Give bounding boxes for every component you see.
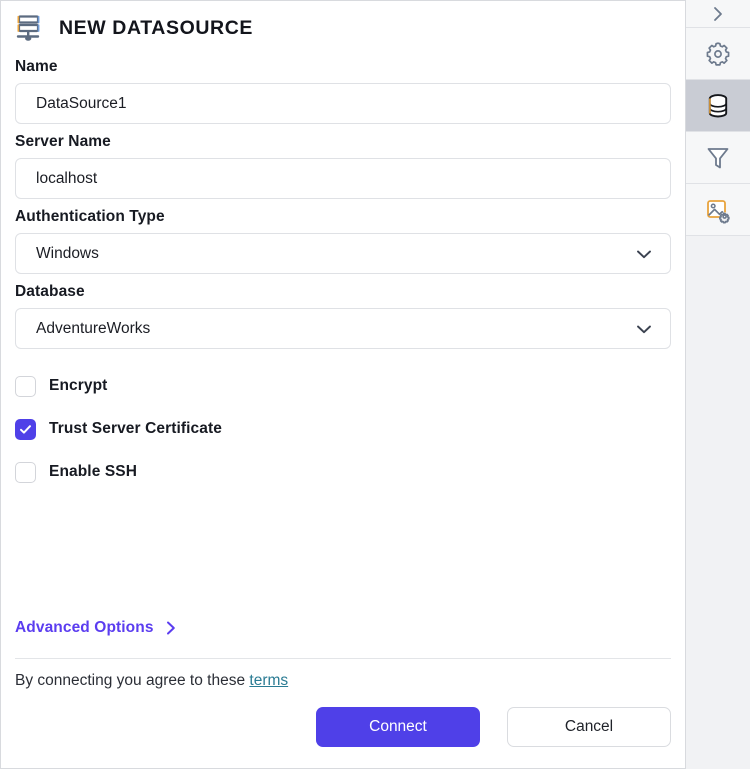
datasource-form-panel: NEW DATASOURCE Name DataSource1 Server N… <box>0 0 686 769</box>
encrypt-label: Encrypt <box>49 377 108 394</box>
label-database: Database <box>15 283 85 300</box>
sidebar-item-settings[interactable] <box>686 28 750 80</box>
authentication-type-select[interactable]: Windows <box>15 233 671 274</box>
gear-icon <box>706 41 730 66</box>
right-toolbar <box>686 0 750 769</box>
sidebar-empty-area <box>686 236 750 769</box>
chevron-right-icon <box>166 621 175 635</box>
filter-icon <box>707 147 729 168</box>
label-server-name: Server Name <box>15 133 111 150</box>
sidebar-item-image-settings[interactable] <box>686 184 750 236</box>
trust-server-certificate-label: Trust Server Certificate <box>49 420 222 437</box>
encrypt-checkbox[interactable] <box>15 375 36 397</box>
chevron-right-icon <box>714 6 722 21</box>
chevron-down-icon <box>637 250 651 258</box>
sidebar-item-filter[interactable] <box>686 132 750 184</box>
database-select[interactable]: AdventureWorks <box>15 308 671 349</box>
panel-header: NEW DATASOURCE <box>15 1 671 49</box>
field-server-name: Server Name localhost <box>15 133 671 199</box>
advanced-options-label: Advanced Options <box>15 619 154 636</box>
checkbox-row-trust-server-certificate[interactable]: Trust Server Certificate <box>15 412 671 446</box>
terms-notice: By connecting you agree to these terms <box>15 672 288 690</box>
field-name: Name DataSource1 <box>15 58 671 124</box>
enable-ssh-checkbox[interactable] <box>15 461 36 483</box>
cancel-button[interactable]: Cancel <box>507 707 671 747</box>
label-authentication-type: Authentication Type <box>15 208 165 225</box>
connect-button[interactable]: Connect <box>316 707 480 747</box>
checkbox-row-encrypt[interactable]: Encrypt <box>15 369 671 403</box>
sidebar-item-expand-panel[interactable] <box>686 0 750 28</box>
authentication-type-value: Windows <box>36 244 99 262</box>
options-checkbox-group: Encrypt Trust Server Certificate Enable … <box>15 369 671 489</box>
image-settings-icon <box>707 199 730 223</box>
new-datasource-dialog: NEW DATASOURCE Name DataSource1 Server N… <box>0 0 750 769</box>
terms-text: By connecting you agree to these <box>15 672 250 689</box>
server-name-input-value: localhost <box>36 169 98 187</box>
checkbox-row-enable-ssh[interactable]: Enable SSH <box>15 455 671 489</box>
advanced-options-link[interactable]: Advanced Options <box>15 619 178 637</box>
database-value: AdventureWorks <box>36 319 151 337</box>
database-icon <box>708 93 728 117</box>
server-name-input[interactable]: localhost <box>15 158 671 199</box>
sidebar-item-datasource[interactable] <box>686 80 750 132</box>
field-authentication-type: Authentication Type Windows <box>15 208 671 274</box>
name-input-value: DataSource1 <box>36 94 127 112</box>
enable-ssh-label: Enable SSH <box>49 463 137 480</box>
label-name: Name <box>15 58 58 75</box>
check-icon <box>20 424 31 434</box>
name-input[interactable]: DataSource1 <box>15 83 671 124</box>
datasource-stack-icon <box>15 13 45 43</box>
trust-server-certificate-checkbox[interactable] <box>15 418 36 440</box>
footer-divider <box>15 658 671 659</box>
dialog-actions: Connect Cancel <box>316 707 671 747</box>
page-title: NEW DATASOURCE <box>59 16 254 39</box>
terms-link[interactable]: terms <box>249 672 288 689</box>
field-database: Database AdventureWorks <box>15 283 671 349</box>
chevron-down-icon <box>637 325 651 333</box>
